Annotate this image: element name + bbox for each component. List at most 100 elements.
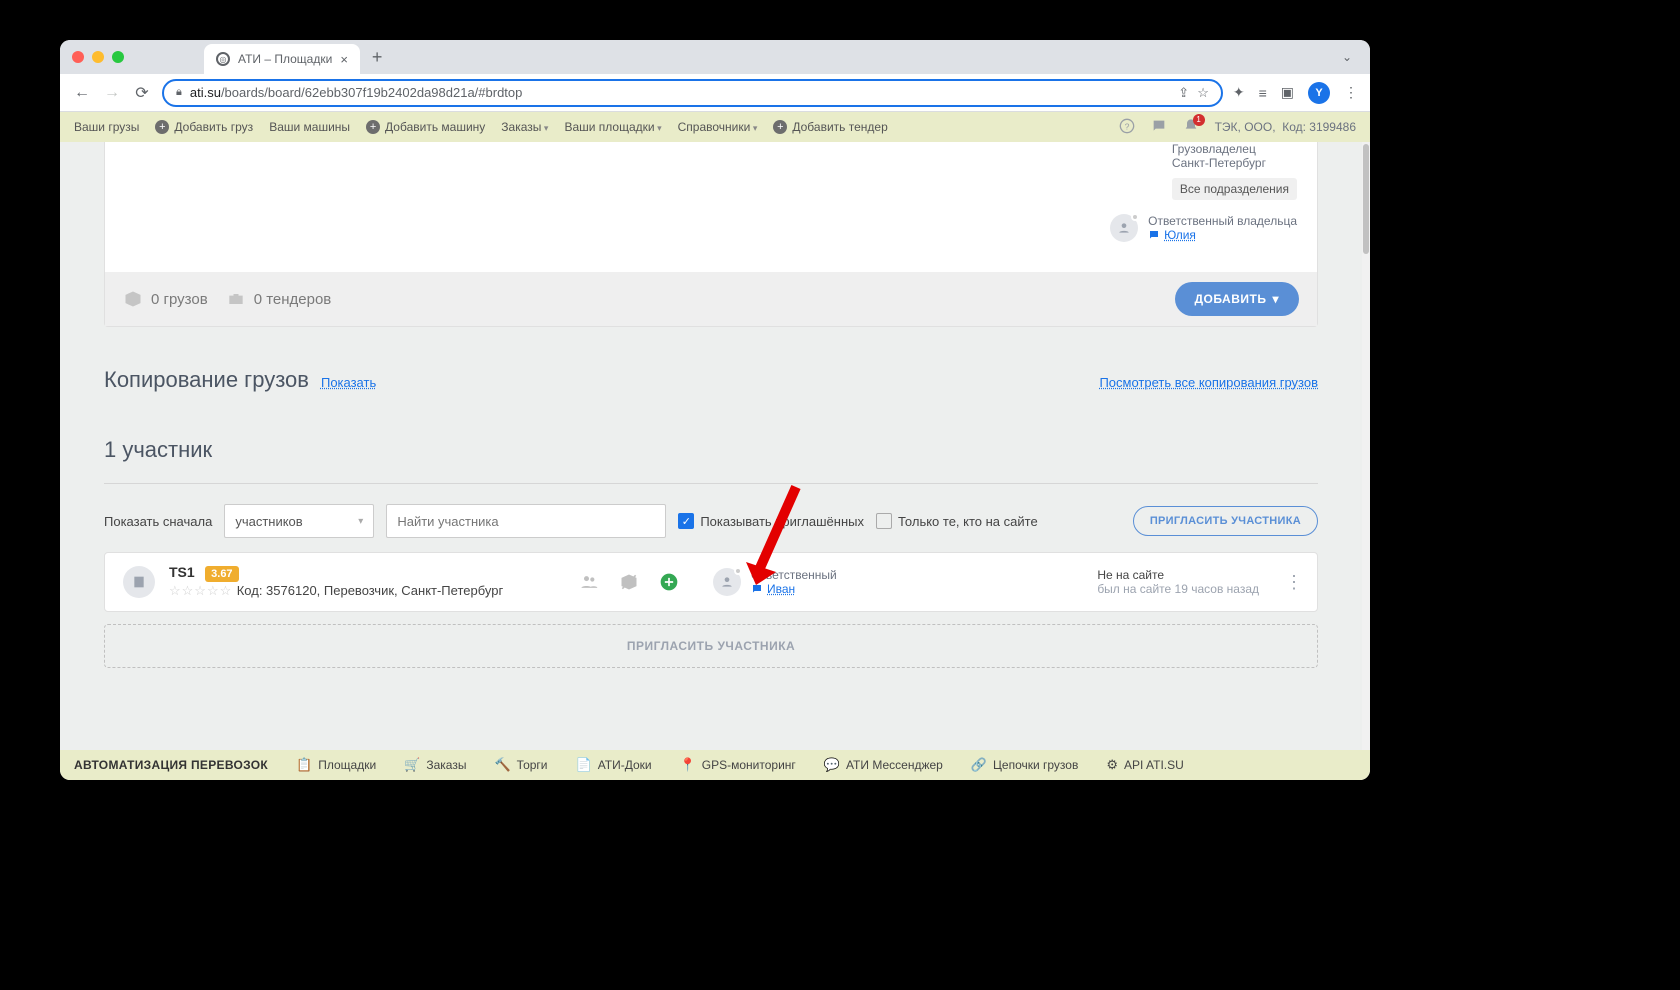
share-icon[interactable]: ⇪: [1178, 85, 1189, 101]
site-topnav: Ваши грузы +Добавить груз Ваши машины +Д…: [60, 112, 1370, 142]
status-offline: Не на сайте: [1097, 568, 1259, 582]
stat-tenders: 0 тендеров: [226, 289, 332, 309]
nav-reference[interactable]: Справочники: [678, 120, 758, 134]
boards-icon: 📋: [296, 757, 312, 773]
nav-orders[interactable]: Заказы: [501, 120, 548, 134]
add-circle-icon[interactable]: [659, 572, 679, 592]
gavel-icon: 🔨: [494, 757, 510, 773]
profile-avatar[interactable]: Y: [1308, 82, 1330, 104]
page-content: Грузовладелец Санкт-Петербург Все подраз…: [60, 142, 1362, 750]
toolbar-icons: ✦ ≡ ▣ Y ⋮: [1233, 82, 1358, 104]
invite-participant-button[interactable]: ПРИГЛАСИТЬ УЧАСТНИКА: [1133, 506, 1318, 536]
avatar-icon: [713, 568, 741, 596]
panel-icon[interactable]: ▣: [1281, 84, 1294, 101]
copy-all-link[interactable]: Посмотреть все копирования грузов: [1099, 375, 1318, 390]
reading-list-icon[interactable]: ≡: [1259, 85, 1267, 101]
bookmark-icon[interactable]: ☆: [1197, 85, 1209, 101]
minimize-window-icon[interactable]: [92, 51, 104, 63]
box-off-icon[interactable]: [619, 572, 639, 592]
notifications-icon[interactable]: [1183, 118, 1199, 137]
url-input[interactable]: 🔒︎ ati.su/boards/board/62ebb307f19b2402d…: [162, 79, 1223, 107]
footer-auctions[interactable]: 🔨Торги: [494, 757, 547, 773]
footer-orders[interactable]: 🛒Заказы: [404, 757, 466, 773]
favicon-icon: ◎: [216, 52, 230, 66]
stars-icon: ☆☆☆☆☆: [169, 583, 232, 598]
participant-name[interactable]: TS1: [169, 564, 195, 580]
footer-messenger[interactable]: 💬АТИ Мессенджер: [824, 757, 943, 773]
footer-gps[interactable]: 📍GPS-мониторинг: [680, 757, 796, 773]
forward-button[interactable]: →: [102, 84, 122, 102]
svg-text:?: ?: [1124, 121, 1129, 131]
nav-your-cargo[interactable]: Ваши грузы: [74, 120, 139, 134]
nav-add-vehicle[interactable]: +Добавить машину: [366, 120, 485, 134]
participants-title: 1 участник: [104, 437, 1318, 463]
sort-select[interactable]: участников: [224, 504, 374, 538]
org-name[interactable]: ТЭК, ООО,: [1215, 120, 1276, 134]
invited-checkbox[interactable]: ✓Показывать приглашённых: [678, 513, 864, 529]
row-menu-icon[interactable]: ⋮: [1285, 572, 1303, 593]
responsible-label: Ответственный владельца: [1148, 214, 1297, 228]
board-stats-bar: 0 грузов 0 тендеров ДОБАВИТЬ▾: [105, 272, 1317, 326]
tab-active[interactable]: ◎ АТИ – Площадки ×: [204, 44, 360, 74]
footer-docs[interactable]: 📄АТИ-Доки: [576, 757, 652, 773]
maximize-window-icon[interactable]: [112, 51, 124, 63]
footer-chains[interactable]: 🔗Цепочки грузов: [971, 757, 1079, 773]
checkbox-icon: ✓: [678, 513, 694, 529]
participant-action-icons: [579, 572, 679, 592]
responsible-owner-row: Ответственный владельца Юлия: [1110, 214, 1297, 242]
nav-add-cargo[interactable]: +Добавить груз: [155, 120, 253, 134]
online-only-checkbox[interactable]: Только те, кто на сайте: [876, 513, 1038, 529]
address-bar: ← → ⟳ 🔒︎ ati.su/boards/board/62ebb307f19…: [60, 74, 1370, 112]
responsible-name-link[interactable]: Иван: [751, 582, 837, 596]
stat-cargo: 0 грузов: [123, 289, 208, 309]
add-button[interactable]: ДОБАВИТЬ▾: [1175, 282, 1300, 316]
nav-your-vehicles[interactable]: Ваши машины: [269, 120, 350, 134]
board-card: Грузовладелец Санкт-Петербург Все подраз…: [104, 142, 1318, 327]
box-icon: [123, 289, 143, 309]
api-icon: ⚙: [1106, 757, 1118, 773]
new-tab-button[interactable]: +: [372, 47, 383, 68]
copy-section-title: Копирование грузов: [104, 367, 309, 393]
footer-bar: АВТОМАТИЗАЦИЯ ПЕРЕВОЗОК 📋Площадки 🛒Заказ…: [60, 750, 1370, 780]
participant-row: TS1 3.67 ☆☆☆☆☆ Код: 3576120, Перевозчик,…: [104, 552, 1318, 612]
copy-show-link[interactable]: Показать: [321, 375, 376, 390]
nav-your-boards[interactable]: Ваши площадки: [564, 120, 661, 134]
owner-role: Грузовладелец: [1172, 142, 1297, 156]
tab-title: АТИ – Площадки: [238, 52, 332, 66]
window-controls[interactable]: [72, 51, 124, 63]
footer-api[interactable]: ⚙API ATI.SU: [1106, 757, 1183, 773]
tab-strip: ◎ АТИ – Площадки × + ⌄: [60, 40, 1370, 74]
nav-add-tender[interactable]: +Добавить тендер: [773, 120, 887, 134]
chat-icon[interactable]: [1151, 118, 1167, 137]
reload-button[interactable]: ⟳: [132, 83, 152, 103]
chevron-down-icon: ▾: [1272, 292, 1279, 306]
gps-icon: 📍: [680, 757, 696, 773]
avatar-icon: [1110, 214, 1138, 242]
search-participant-input[interactable]: [386, 504, 666, 538]
help-icon[interactable]: ?: [1119, 118, 1135, 137]
footer-boards[interactable]: 📋Площадки: [296, 757, 376, 773]
invite-participant-bar[interactable]: ПРИГЛАСИТЬ УЧАСТНИКА: [104, 624, 1318, 668]
org-code: Код: 3199486: [1282, 120, 1356, 134]
group-icon[interactable]: [579, 572, 599, 592]
briefcase-icon: [226, 289, 246, 309]
scrollbar[interactable]: [1362, 142, 1370, 750]
participant-sub: Код: 3576120, Перевозчик, Санкт-Петербур…: [237, 583, 503, 598]
departments-badge[interactable]: Все подразделения: [1172, 178, 1297, 200]
show-first-label: Показать сначала: [104, 514, 212, 529]
docs-icon: 📄: [576, 757, 592, 773]
footer-title: АВТОМАТИЗАЦИЯ ПЕРЕВОЗОК: [74, 758, 268, 772]
divider: [104, 483, 1318, 484]
owner-city: Санкт-Петербург: [1172, 156, 1297, 170]
responsible-name-link[interactable]: Юлия: [1148, 228, 1297, 242]
close-window-icon[interactable]: [72, 51, 84, 63]
plus-icon: +: [155, 120, 169, 134]
tabs-menu-icon[interactable]: ⌄: [1336, 50, 1358, 64]
back-button[interactable]: ←: [72, 84, 92, 102]
checkbox-icon: [876, 513, 892, 529]
menu-icon[interactable]: ⋮: [1344, 84, 1358, 101]
extensions-icon[interactable]: ✦: [1233, 84, 1245, 101]
scrollbar-thumb[interactable]: [1363, 144, 1369, 254]
participants-filter-bar: Показать сначала участников ✓Показывать …: [104, 504, 1318, 538]
close-tab-icon[interactable]: ×: [340, 52, 348, 67]
